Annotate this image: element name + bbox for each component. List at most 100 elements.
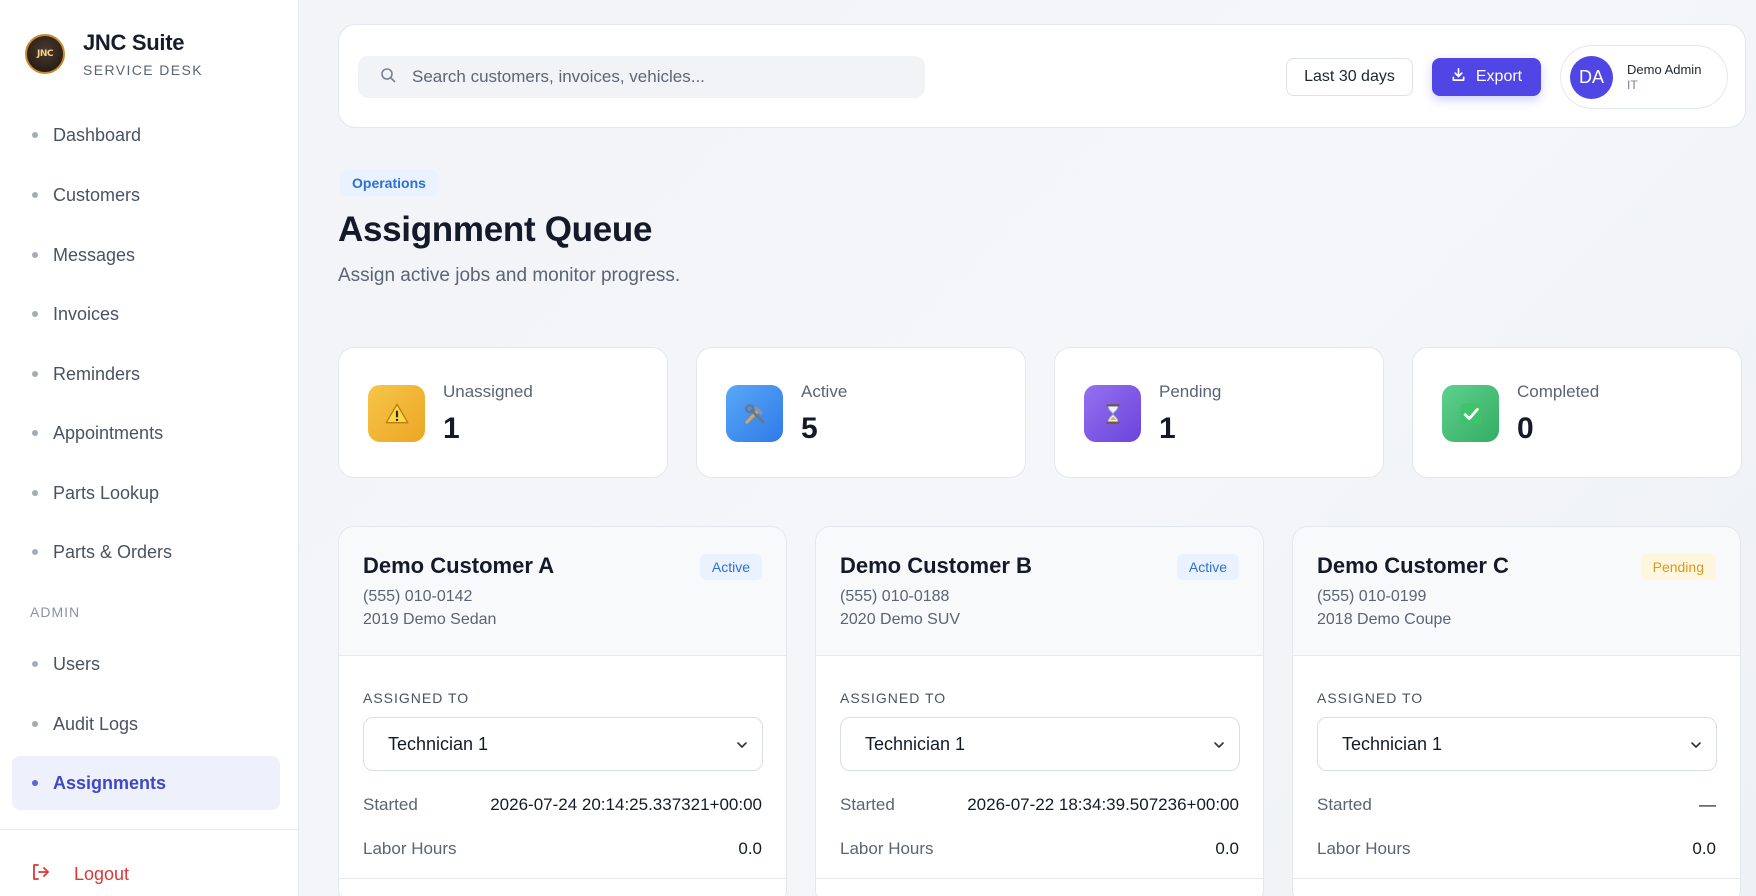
sidebar-divider [0, 829, 299, 830]
customer-phone: (555) 010-0142 [363, 588, 473, 605]
labor-hours-value: 0.0 [1692, 839, 1716, 858]
customer-phone: (555) 010-0188 [840, 588, 950, 605]
download-icon [1451, 67, 1476, 87]
card-divider [339, 878, 786, 879]
job-card: Demo Customer B (555) 010-0188 2020 Demo… [815, 526, 1264, 896]
sidebar-item-label: Assignments [53, 772, 167, 793]
sidebar-item-audit-logs[interactable]: Audit Logs [12, 697, 280, 751]
top-bar: Last 30 days Export DA Demo Admin IT [338, 24, 1746, 128]
export-label: Export [1475, 68, 1523, 85]
sidebar-item-messages[interactable]: Messages [12, 228, 280, 282]
sidebar-item-label: Customers [53, 184, 141, 205]
job-card: Demo Customer C (555) 010-0199 2018 Demo… [1292, 526, 1741, 896]
technician-select[interactable]: Technician 1 [1317, 717, 1717, 771]
sidebar-item-reminders[interactable]: Reminders [12, 347, 280, 401]
technician-select-value: Technician 1 [388, 733, 489, 754]
search-input[interactable] [412, 67, 892, 87]
sidebar-item-customers[interactable]: Customers [12, 168, 280, 222]
job-card-header: Demo Customer C (555) 010-0199 2018 Demo… [1293, 527, 1740, 656]
sidebar-item-dashboard[interactable]: Dashboard [12, 108, 280, 162]
sidebar: JNC JNC Suite SERVICE DESK Dashboard Cus… [0, 0, 299, 896]
section-eyebrow: Operations [340, 170, 438, 196]
job-card-header: Demo Customer A (555) 010-0142 2019 Demo… [339, 527, 786, 656]
warning-icon [368, 385, 425, 442]
sidebar-item-assignments[interactable]: Assignments [12, 756, 280, 810]
status-badge: Active [1176, 554, 1239, 580]
started-label: Started [840, 795, 895, 814]
bullet-icon [32, 252, 38, 258]
bullet-icon [32, 780, 38, 786]
avatar: DA [1570, 55, 1613, 99]
stat-value: 5 [801, 412, 818, 445]
customer-vehicle: 2020 Demo SUV [840, 611, 961, 628]
sidebar-item-label: Invoices [53, 303, 120, 324]
sidebar-item-label: Messages [53, 244, 136, 265]
stat-card-active: Active 5 [696, 347, 1026, 478]
brand[interactable]: JNC JNC Suite SERVICE DESK [25, 30, 203, 78]
bullet-icon [32, 311, 38, 317]
stat-value: 0 [1517, 412, 1534, 445]
sidebar-item-label: Audit Logs [53, 713, 139, 734]
assigned-to-label: ASSIGNED TO [840, 690, 947, 706]
assigned-to-label: ASSIGNED TO [363, 690, 470, 706]
sidebar-item-appointments[interactable]: Appointments [12, 406, 280, 460]
technician-select[interactable]: Technician 1 [363, 717, 763, 771]
export-button[interactable]: Export [1432, 58, 1541, 96]
bullet-icon [32, 490, 38, 496]
status-badge: Pending [1640, 554, 1716, 580]
logout-icon [30, 862, 50, 887]
bullet-icon [32, 661, 38, 667]
technician-select-value: Technician 1 [1342, 733, 1443, 754]
tools-icon [726, 385, 783, 442]
stat-label: Unassigned [443, 382, 533, 401]
brand-logo: JNC [25, 34, 65, 74]
stat-card-completed: Completed 0 [1412, 347, 1742, 478]
started-value: — [1699, 795, 1716, 814]
card-divider [1293, 878, 1740, 879]
user-role: IT [1627, 78, 1638, 92]
customer-name[interactable]: Demo Customer C [1317, 553, 1509, 579]
search-box[interactable] [358, 56, 925, 98]
bullet-icon [32, 430, 38, 436]
sidebar-item-label: Parts Lookup [53, 482, 160, 503]
started-label: Started [363, 795, 418, 814]
sidebar-item-invoices[interactable]: Invoices [12, 287, 280, 341]
sidebar-item-label: Reminders [53, 363, 141, 384]
sidebar-item-label: Parts & Orders [53, 541, 173, 562]
user-menu[interactable]: DA Demo Admin IT [1560, 45, 1728, 109]
date-range-button[interactable]: Last 30 days [1286, 58, 1413, 96]
logout-button[interactable]: Logout [30, 862, 129, 887]
sidebar-item-parts-lookup[interactable]: Parts Lookup [12, 466, 280, 520]
bullet-icon [32, 371, 38, 377]
page-title: Assignment Queue [338, 210, 653, 249]
started-value: 2026-07-24 20:14:25.337321+00:00 [490, 795, 762, 814]
sidebar-item-parts-orders[interactable]: Parts & Orders [12, 525, 280, 579]
sidebar-item-label: Dashboard [53, 124, 142, 145]
bullet-icon [32, 132, 38, 138]
sidebar-item-label: Users [53, 653, 101, 674]
technician-select-value: Technician 1 [865, 733, 966, 754]
hourglass-icon [1084, 385, 1141, 442]
sidebar-item-users[interactable]: Users [12, 637, 280, 691]
stat-label: Active [801, 382, 848, 401]
customer-phone: (555) 010-0199 [1317, 588, 1427, 605]
admin-section-label: ADMIN [30, 604, 81, 620]
technician-select[interactable]: Technician 1 [840, 717, 1240, 771]
customer-name[interactable]: Demo Customer A [363, 553, 554, 579]
labor-hours-label: Labor Hours [1317, 839, 1411, 858]
assigned-to-label: ASSIGNED TO [1317, 690, 1424, 706]
stat-value: 1 [1159, 412, 1176, 445]
labor-hours-value: 0.0 [1215, 839, 1239, 858]
stat-label: Completed [1517, 382, 1600, 401]
sidebar-item-label: Appointments [53, 422, 164, 443]
logout-label: Logout [74, 864, 130, 884]
brand-subtitle: SERVICE DESK [83, 62, 204, 78]
bullet-icon [32, 192, 38, 198]
brand-name: JNC Suite [83, 30, 185, 55]
customer-name[interactable]: Demo Customer B [840, 553, 1032, 579]
search-icon [380, 67, 396, 88]
stat-card-unassigned: Unassigned 1 [338, 347, 668, 478]
stat-card-pending: Pending 1 [1054, 347, 1384, 478]
customer-vehicle: 2018 Demo Coupe [1317, 611, 1452, 628]
job-card: Demo Customer A (555) 010-0142 2019 Demo… [338, 526, 787, 896]
